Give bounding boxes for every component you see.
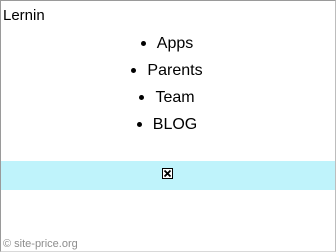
close-button[interactable] <box>162 168 173 179</box>
bullet-icon <box>136 122 142 127</box>
close-icon <box>163 169 172 178</box>
nav-item-label[interactable]: Parents <box>147 57 202 84</box>
bullet-icon <box>139 95 145 100</box>
nav-item-apps[interactable]: Apps <box>0 30 334 57</box>
nav-item-parents[interactable]: Parents <box>0 57 334 84</box>
notice-banner <box>1 161 335 190</box>
nav-item-blog[interactable]: BLOG <box>0 111 334 138</box>
watermark-text: © site-price.org <box>3 238 78 250</box>
site-logo-text[interactable]: Lernin <box>3 7 45 25</box>
nav-item-label[interactable]: Apps <box>157 30 193 57</box>
bullet-icon <box>131 68 137 73</box>
main-nav-list: Apps Parents Team BLOG <box>0 30 334 138</box>
nav-item-team[interactable]: Team <box>0 84 334 111</box>
nav-item-label[interactable]: BLOG <box>153 111 197 138</box>
nav-item-label[interactable]: Team <box>155 84 194 111</box>
bullet-icon <box>140 41 146 46</box>
